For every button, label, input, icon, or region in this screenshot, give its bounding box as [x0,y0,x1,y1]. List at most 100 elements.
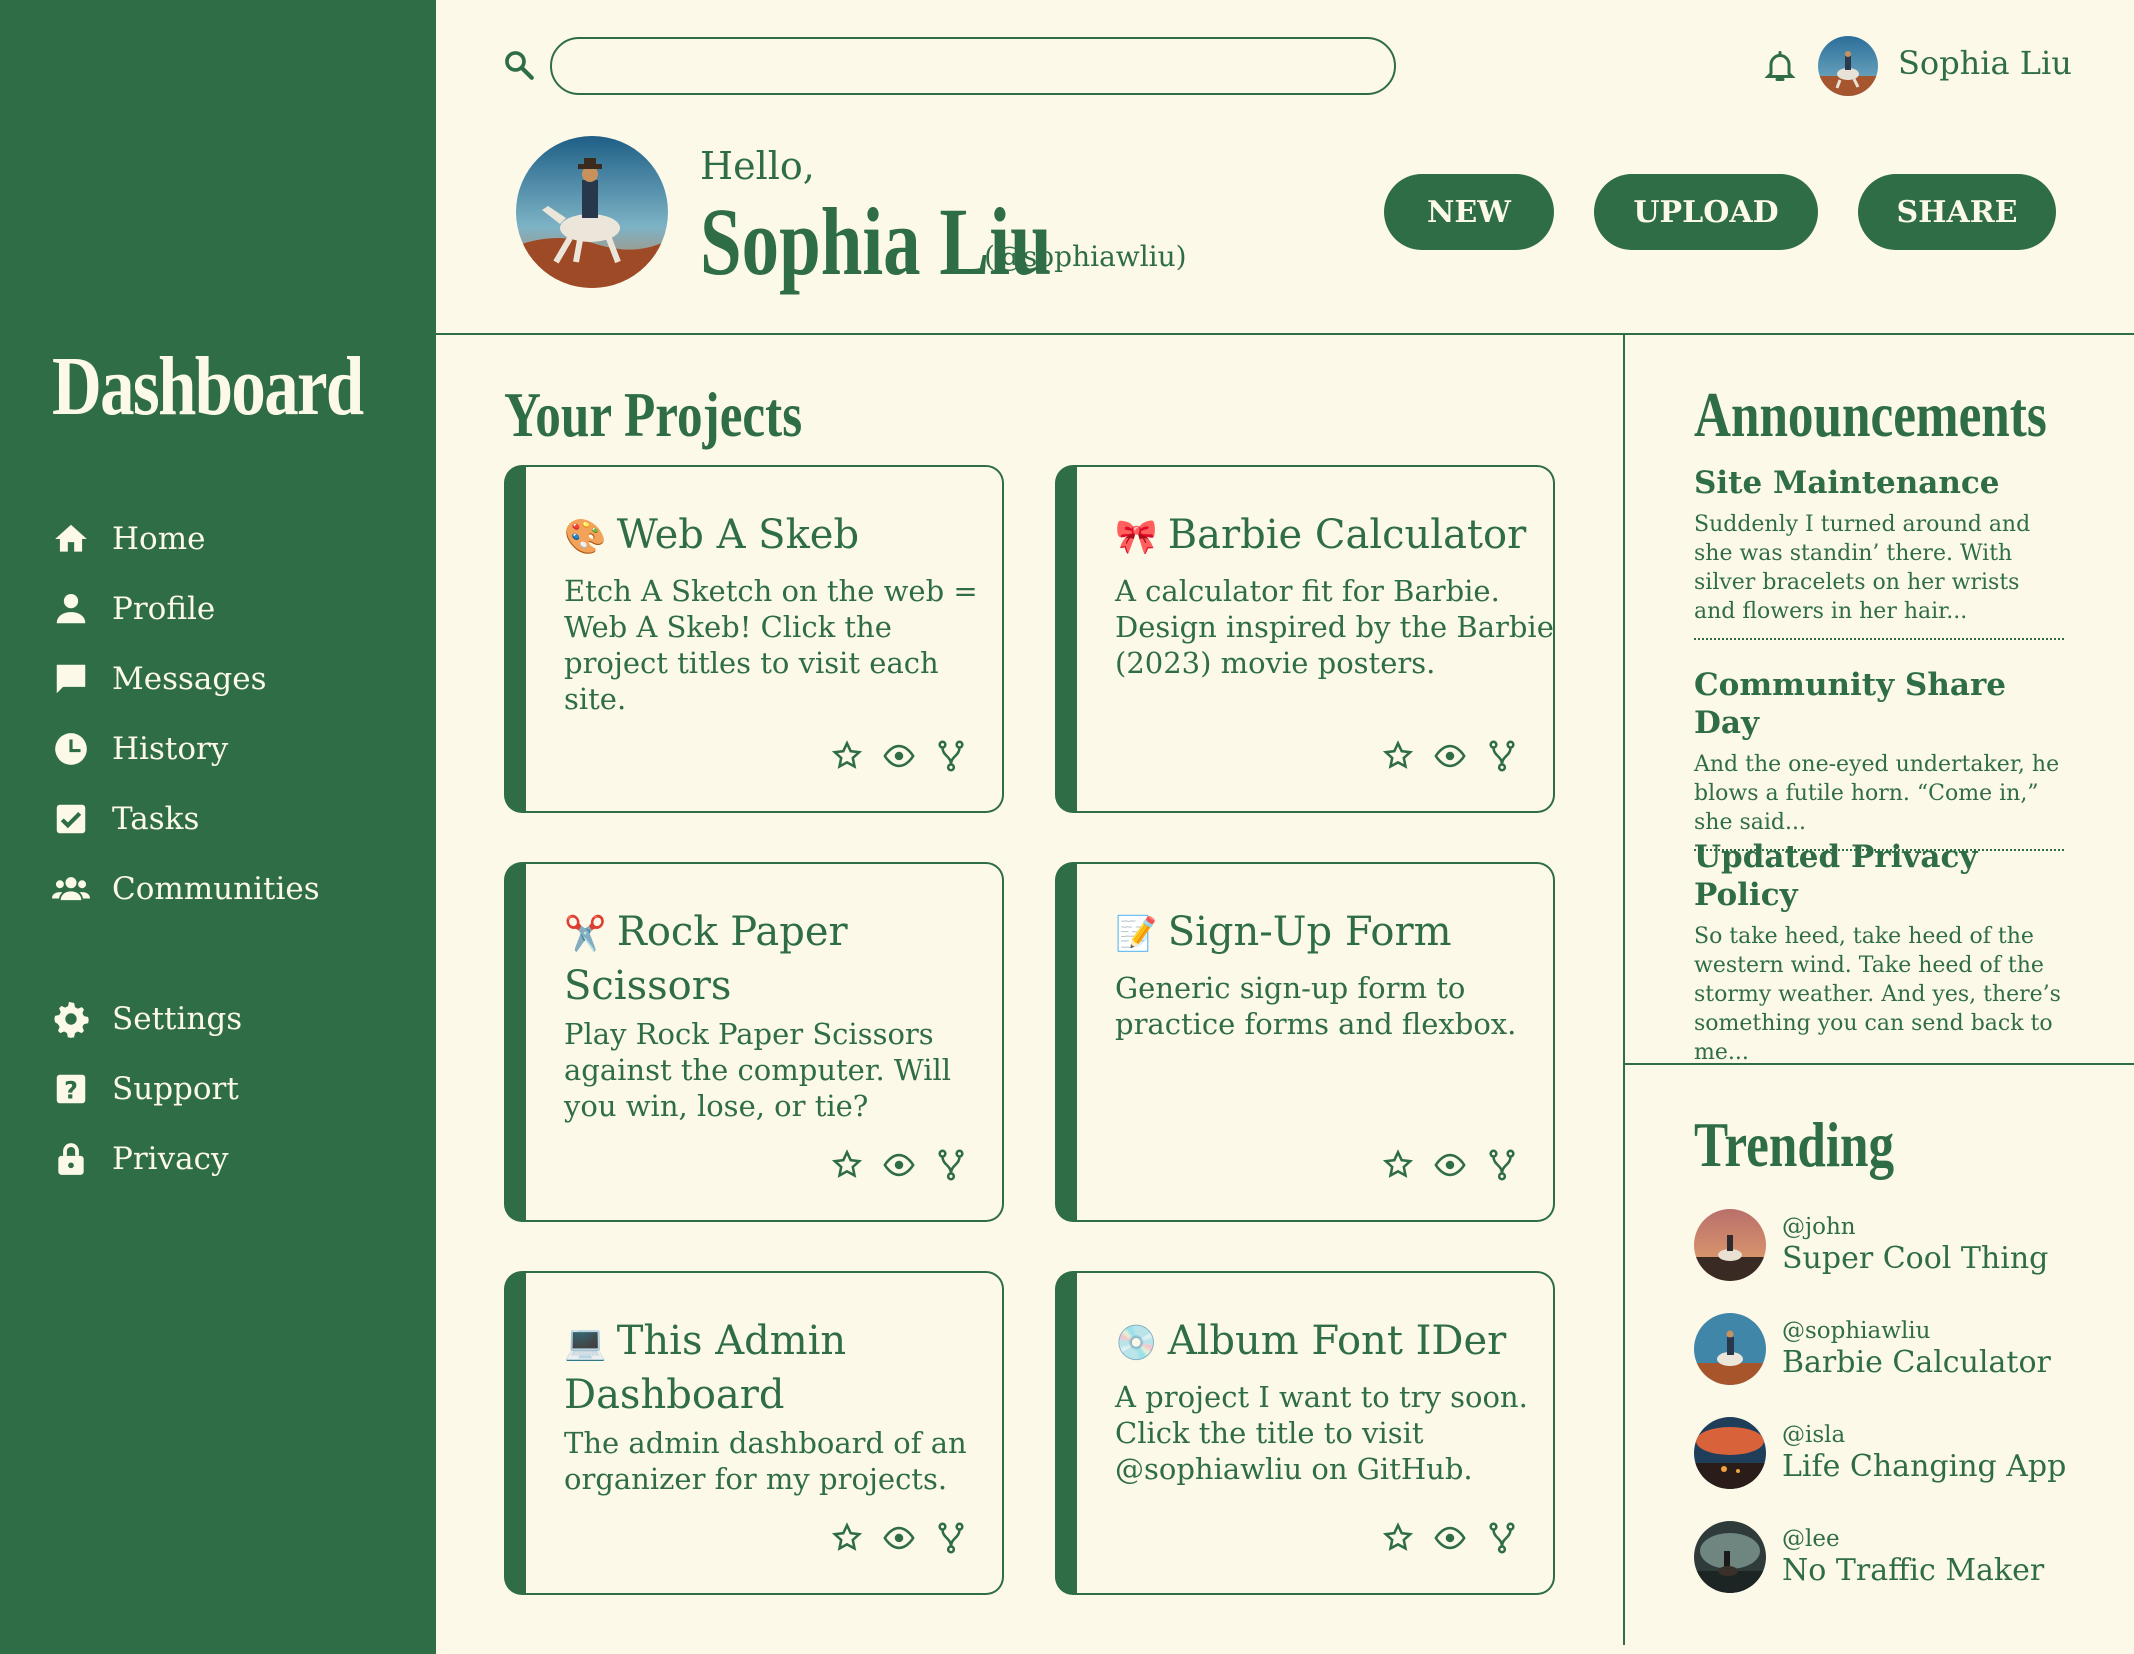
project-title[interactable]: 🎀 Barbie Calculator [1115,509,1555,563]
announcement-body: And the one-eyed undertaker, he blows a … [1694,752,2060,835]
fork-icon[interactable] [1485,1521,1519,1555]
user-icon [56,593,86,624]
project-description: A calculator fit for Barbie. Design insp… [1115,574,1554,680]
sidebar-item-history[interactable]: History [52,714,412,784]
sidebar-item-label: History [112,731,229,767]
announcement-item: Site Maintenance Suddenly I turned aroun… [1694,464,2064,640]
search-input[interactable] [550,37,1396,95]
project-actions [1381,1521,1519,1555]
laptop-icon: 💻 [564,1323,607,1363]
watch-icon[interactable] [882,1521,916,1555]
star-add-icon[interactable] [1381,739,1415,773]
sidebar-item-privacy[interactable]: Privacy [52,1124,412,1194]
avatar[interactable] [1818,36,1878,96]
trending-name: Life Changing App [1782,1449,2067,1484]
project-actions [1381,1148,1519,1182]
sidebar-item-support[interactable]: ? Support [52,1054,412,1124]
share-button[interactable]: SHARE [1858,174,2056,250]
profile-avatar [516,136,668,288]
announcement-title[interactable]: Community Share Day [1694,666,2064,742]
sidebar-item-messages[interactable]: Messages [52,644,412,714]
star-add-icon[interactable] [830,1148,864,1182]
announcement-body: Suddenly I turned around and she was sta… [1694,512,2031,624]
sidebar-item-profile[interactable]: Profile [52,574,412,644]
project-description: The admin dashboard of an organizer for … [564,1426,967,1496]
project-title[interactable]: 🎨 Web A Skeb [564,509,1004,563]
header-user-name[interactable]: Sophia Liu [1898,44,2072,82]
announcement-item: Community Share Day And the one-eyed und… [1694,666,2064,851]
sidebar-item-label: Settings [112,1001,243,1037]
trending-item[interactable]: @sophiawliu Barbie Calculator [1694,1312,2051,1386]
lock-icon [58,1143,84,1175]
star-add-icon[interactable] [830,1521,864,1555]
project-title[interactable]: 💿 Album Font IDer [1115,1315,1555,1369]
sidebar-item-settings[interactable]: Settings [52,984,412,1054]
announcement-title[interactable]: Updated Privacy Policy [1694,838,2064,914]
trending-heading: Trending [1694,1109,1895,1180]
question-icon: ? [56,1074,86,1105]
avatar [1694,1313,1766,1385]
avatar [1694,1209,1766,1281]
disc-icon: 💿 [1115,1323,1158,1363]
search-icon[interactable] [502,48,536,82]
project-actions [830,1148,968,1182]
avatar [1694,1521,1766,1593]
fork-icon[interactable] [934,1148,968,1182]
sidebar-item-communities[interactable]: Communities [52,854,412,924]
project-title[interactable]: ✂️ Rock Paper Scissors [564,906,1004,1012]
watch-icon[interactable] [882,1148,916,1182]
announcement-title[interactable]: Site Maintenance [1694,464,2064,502]
sidebar-item-label: Home [112,521,206,557]
sidebar-item-label: Tasks [112,801,200,837]
sidebar-item-label: Privacy [112,1141,229,1177]
watch-icon[interactable] [1433,1521,1467,1555]
project-title[interactable]: 📝 Sign-Up Form [1115,906,1555,960]
project-description: A project I want to try soon. Click the … [1115,1380,1528,1486]
watch-icon[interactable] [1433,1148,1467,1182]
project-title-text: This Admin Dashboard [564,1318,847,1418]
gear-icon [54,1001,89,1038]
fork-icon[interactable] [1485,739,1519,773]
trending-user: @sophiawliu [1782,1318,1931,1344]
avatar [1694,1417,1766,1489]
ribbon-icon: 🎀 [1115,517,1158,557]
sidebar-item-label: Profile [112,591,216,627]
project-description: Etch A Sketch on the web = Web A Skeb! C… [564,574,978,716]
project-actions [1381,739,1519,773]
star-add-icon[interactable] [830,739,864,773]
project-actions [830,739,968,773]
scissors-icon: ✂️ [564,914,607,954]
divider [1694,638,2064,640]
brand-title: Dashboard [52,340,364,433]
project-title-text: Album Font IDer [1167,1318,1507,1364]
trending-item[interactable]: @lee No Traffic Maker [1694,1520,2044,1594]
trending-name: No Traffic Maker [1782,1553,2045,1588]
fork-icon[interactable] [934,1521,968,1555]
chat-bubble-icon [56,664,86,694]
home-icon [55,524,87,552]
sidebar-item-tasks[interactable]: Tasks [52,784,412,854]
trending-user: @john [1782,1214,1856,1240]
sidebar-nav-main: Home Profile Messages History Tasks Comm… [52,504,412,924]
fork-icon[interactable] [1485,1148,1519,1182]
projects-heading: Your Projects [504,379,803,450]
project-title[interactable]: 💻 This Admin Dashboard [564,1315,1004,1421]
project-card: 💿 Album Font IDer A project I want to tr… [1055,1271,1555,1595]
star-add-icon[interactable] [1381,1521,1415,1555]
new-button[interactable]: NEW [1384,174,1554,250]
bell-icon[interactable] [1762,48,1798,84]
star-add-icon[interactable] [1381,1148,1415,1182]
watch-icon[interactable] [882,739,916,773]
fork-icon[interactable] [934,739,968,773]
divider [1623,333,1625,1645]
trending-user: @isla [1782,1422,1846,1448]
trending-item[interactable]: @isla Life Changing App [1694,1416,2066,1490]
sidebar-item-home[interactable]: Home [52,504,412,574]
project-card: 🎀 Barbie Calculator A calculator fit for… [1055,465,1555,813]
upload-button[interactable]: UPLOAD [1594,174,1818,250]
watch-icon[interactable] [1433,739,1467,773]
sidebar: Dashboard Home Profile Messages History … [0,0,436,1654]
trending-name: Super Cool Thing [1782,1241,2049,1276]
trending-item[interactable]: @john Super Cool Thing [1694,1208,2048,1282]
project-title-text: Rock Paper Scissors [564,909,848,1009]
